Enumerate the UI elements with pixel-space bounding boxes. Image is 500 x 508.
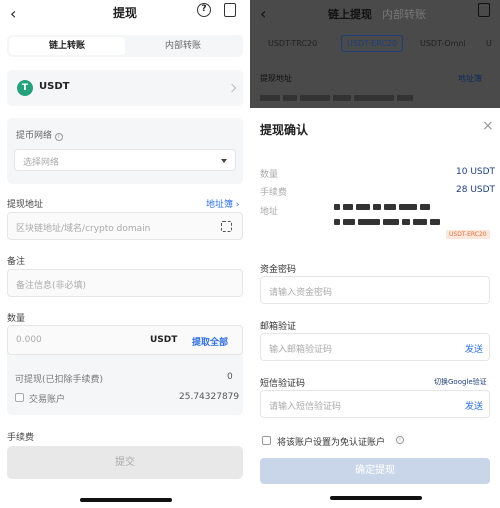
tether-icon: T [17,80,33,96]
info-icon[interactable]: i [396,436,404,444]
home-indicator [80,498,172,502]
network-chip-selected[interactable]: USDT-ERC20 [341,35,404,52]
addr-label: 地址 [260,207,279,217]
amount-placeholder: 0.000 [16,335,42,345]
history-icon[interactable] [224,3,236,17]
address-label: 提现地址 [7,200,44,210]
network-label-text: 提币网络 [16,131,53,141]
switch-google-link[interactable]: 切换Google验证 [434,377,487,387]
help-icon[interactable]: ? [197,3,211,17]
trust-account-checkbox[interactable] [262,436,271,445]
address-input[interactable]: 区块链地址/域名/crypto domain [7,212,243,240]
home-indicator [330,496,422,500]
info-icon[interactable]: i [54,133,63,141]
email-code-placeholder: 输入邮箱验证码 [269,345,333,355]
trade-account-checkbox[interactable] [15,393,24,402]
sms-code-label: 短信验证码 [260,379,306,389]
fund-password-input[interactable]: 请输入资金密码 [260,276,490,304]
amount-label: 数量 [7,314,26,324]
fee-value: 28 USDT [456,185,496,195]
address-book-link[interactable]: 地址簿 › [206,197,239,210]
page-title: 提现 [112,6,137,20]
close-icon[interactable]: × [482,118,494,134]
address-label: 提现地址 [260,74,292,83]
network-section: 提币网络 i 选择网络 [7,118,243,184]
confirm-withdraw-label: 确定提现 [355,465,395,476]
chevron-right-icon [227,83,237,93]
coin-name: USDT [39,81,70,92]
network-tag: USDT-ERC20 [446,230,490,239]
network-chip[interactable]: USDT-Omni [420,39,466,48]
tab-internal-label: 内部转账 [164,41,201,51]
sheet-title: 提现确认 [260,123,309,137]
scan-icon[interactable] [221,221,232,232]
tab-internal-title[interactable]: 内部转账 [382,6,426,22]
email-verify-label: 邮箱验证 [260,322,297,332]
fund-password-placeholder: 请输入资金密码 [269,288,333,298]
caret-down-icon [221,159,227,163]
address-redacted [260,94,416,104]
network-chip[interactable]: USDT-TRC20 [268,39,317,48]
email-code-input[interactable]: 输入邮箱验证码 发送 [260,333,490,361]
available-label: 可提现(已扣除手续费) [15,375,104,385]
tab-onchain-label: 链上转账 [48,41,85,51]
withdraw-confirm-screen: ‹ 链上提现 内部转账 USDT-TRC20 USDT-ERC20 USDT-O… [250,0,500,508]
fund-password-label: 资金密码 [260,265,297,275]
memo-input[interactable]: 备注信息(非必填) [7,269,243,297]
transfer-tabs: 链上转账 内部转账 [7,35,243,57]
confirm-withdraw-button[interactable]: 确定提现 [260,458,490,484]
network-placeholder: 选择网络 [23,158,60,168]
memo-label: 备注 [7,257,26,267]
address-book-text: 地址簿 [206,200,234,210]
tab-onchain[interactable]: 链上转账 [9,37,125,55]
trade-account-value: 25.74327879 [179,392,240,402]
fee-label: 手续费 [7,433,35,443]
tab-onchain-title[interactable]: 链上提现 [328,6,372,22]
withdraw-screen: ‹ 提现 ? 链上转账 内部转账 T USDT 提币网络 i 选择网络 提现地址… [0,0,250,508]
tab-internal[interactable]: 内部转账 [125,37,241,55]
network-select[interactable]: 选择网络 [14,149,236,171]
withdraw-all-button[interactable]: 提取全部 [192,335,228,348]
address-placeholder: 区块链地址/域名/crypto domain [16,224,151,234]
submit-button[interactable]: 提交 [7,446,243,479]
email-send-button[interactable]: 发送 [465,342,483,355]
dimmed-background: ‹ 链上提现 内部转账 USDT-TRC20 USDT-ERC20 USDT-O… [250,0,500,108]
sms-code-input[interactable]: 请输入短信验证码 发送 [260,390,490,418]
confirm-sheet: 提现确认 × 数量 10 USDT 手续费 28 USDT 地址 USDT-ER… [250,108,500,508]
trust-account-label: 将该账户设置为免认证账户 [277,438,386,448]
amount-input[interactable]: 0.000 USDT 提取全部 [7,325,243,355]
available-value: 0 [227,372,233,382]
amount-unit: USDT [150,335,178,345]
network-chip[interactable]: U [486,39,492,48]
back-icon[interactable]: ‹ [260,4,266,23]
sms-code-placeholder: 请输入短信验证码 [269,402,342,412]
fee-label: 手续费 [260,188,288,198]
addr-redacted [334,203,494,228]
qty-value: 10 USDT [456,167,496,177]
amount-section: 0.000 USDT 提取全部 可提现(已扣除手续费) 0 交易账户 25.74… [7,325,243,415]
address-book-link[interactable]: 地址簿 [458,73,482,84]
qty-label: 数量 [260,170,279,180]
memo-placeholder: 备注信息(非必填) [16,281,87,291]
sms-send-button[interactable]: 发送 [465,399,483,412]
history-icon[interactable] [478,3,490,17]
trade-account-label: 交易账户 [29,395,66,405]
coin-selector[interactable]: T USDT [7,70,243,106]
submit-label: 提交 [115,457,135,468]
network-label: 提币网络 i [16,128,63,141]
